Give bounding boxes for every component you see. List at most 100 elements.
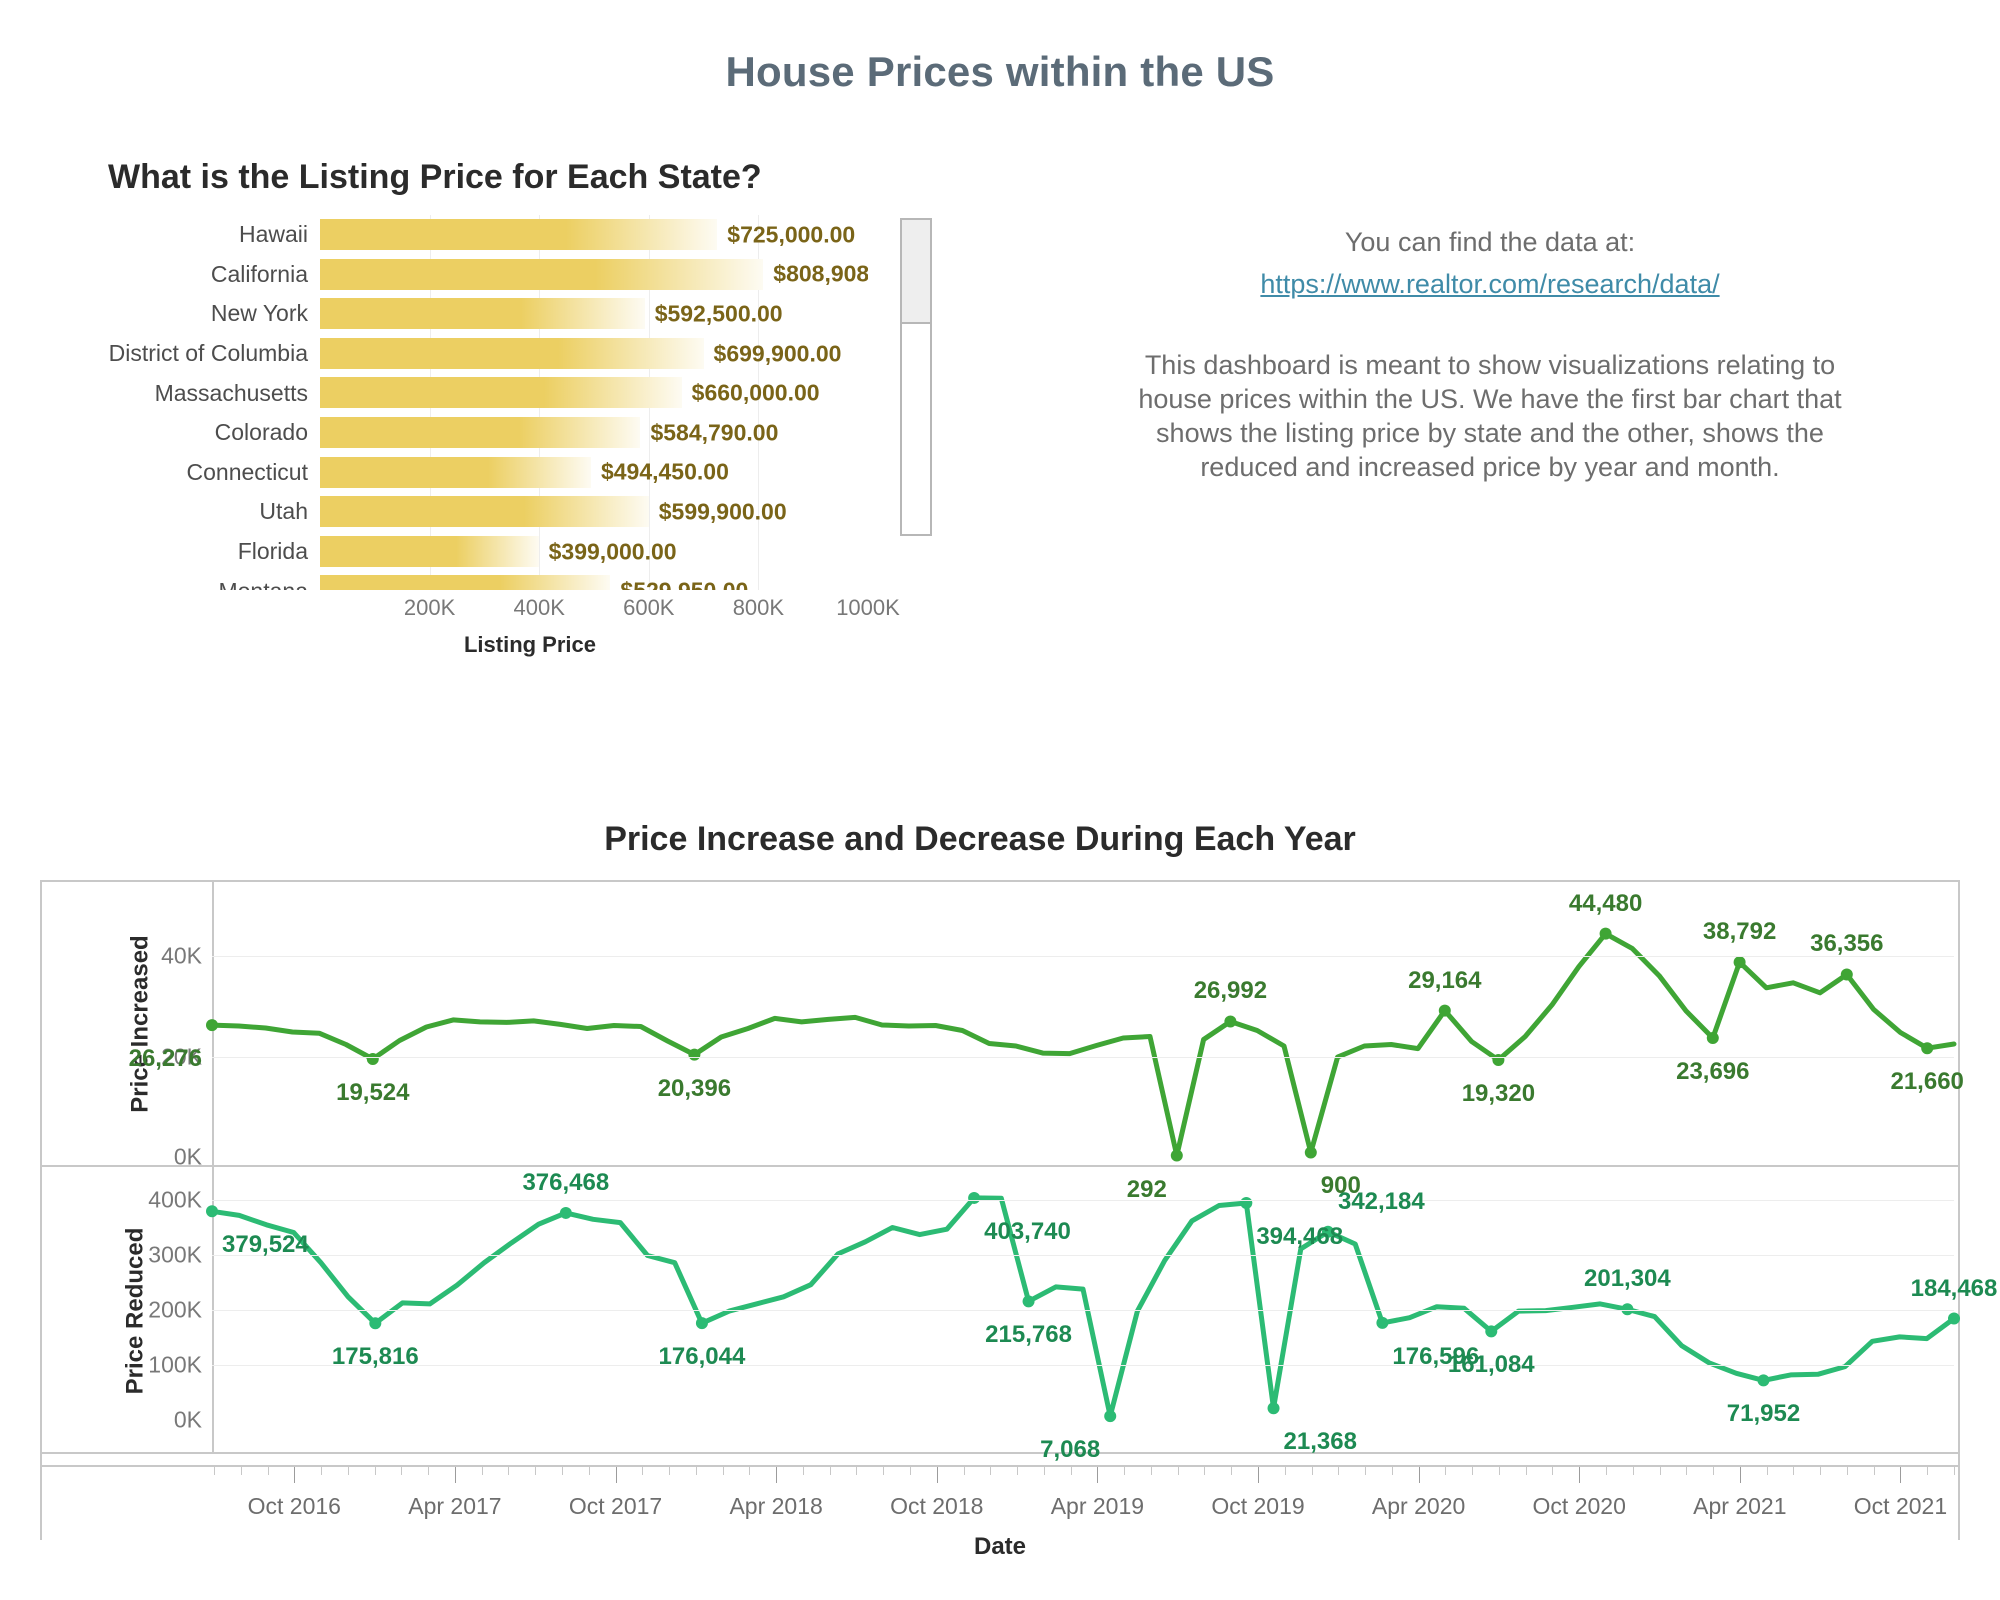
x-axis-tick-label: Oct 2020 xyxy=(1532,1493,1626,1519)
data-point-label: 7,068 xyxy=(1040,1436,1101,1464)
bar-row[interactable]: Connecticut $494,450.00 xyxy=(108,453,868,493)
bar-fill[interactable] xyxy=(320,377,682,409)
x-axis-minor-tick xyxy=(374,1467,376,1475)
price-reduced-plot[interactable]: 379,524 175,816 376,468 176,044 403,740 215,7… xyxy=(206,1167,1997,1463)
x-axis-major-tick xyxy=(776,1467,778,1483)
x-axis-minor-tick xyxy=(240,1467,242,1475)
data-point-marker[interactable] xyxy=(1840,968,1853,981)
x-axis-minor-tick xyxy=(963,1467,965,1475)
data-point-label: 71,952 xyxy=(1726,1400,1801,1428)
x-axis-minor-tick xyxy=(508,1467,510,1475)
data-point-marker[interactable] xyxy=(1438,1004,1451,1017)
scrollbar-thumb[interactable] xyxy=(902,220,930,324)
x-axis-minor-tick xyxy=(856,1467,858,1475)
data-point-marker[interactable] xyxy=(1104,1410,1117,1423)
bar-row[interactable]: Massachusetts $660,000.00 xyxy=(108,373,868,413)
data-point-marker[interactable] xyxy=(1921,1042,1934,1055)
data-point-label: 394,468 xyxy=(1256,1223,1344,1251)
bar-row[interactable]: Hawaii $725,000.00 xyxy=(108,215,868,255)
bar-value-label: $599,900.00 xyxy=(658,498,787,525)
bar-track: $699,900.00 xyxy=(320,334,868,374)
x-axis-major-tick xyxy=(1097,1467,1099,1483)
bar-fill[interactable] xyxy=(320,456,591,488)
data-source-link[interactable]: https://www.realtor.com/research/data/ xyxy=(1120,267,1860,301)
data-point-marker[interactable] xyxy=(1224,1015,1237,1028)
bar-fill[interactable] xyxy=(320,258,764,290)
gridline xyxy=(212,1200,1954,1201)
bar-fill[interactable] xyxy=(320,298,645,330)
data-point-marker[interactable] xyxy=(1304,1146,1317,1159)
x-axis-minor-tick xyxy=(214,1467,215,1475)
x-axis-major-tick xyxy=(615,1467,617,1483)
data-point-marker[interactable] xyxy=(1599,927,1612,940)
data-point-marker[interactable] xyxy=(1948,1312,1960,1325)
data-point-marker[interactable] xyxy=(1267,1402,1280,1415)
x-axis-minor-tick xyxy=(267,1467,269,1475)
data-point-marker[interactable] xyxy=(1376,1316,1389,1329)
price-reduced-panel[interactable]: Price Reduced 0K 100K 200K 300K 400K 379,524… xyxy=(40,1167,1997,1463)
bar-row-label: Colorado xyxy=(214,419,308,446)
x-axis-minor-tick xyxy=(1124,1467,1126,1475)
data-point-marker[interactable] xyxy=(1733,956,1746,969)
bar-chart-scrollbar[interactable] xyxy=(900,218,932,536)
data-point-label: 29,164 xyxy=(1408,966,1482,994)
bar-row[interactable]: Montana $529,950.00 xyxy=(108,571,868,590)
data-point-marker[interactable] xyxy=(366,1052,379,1065)
bar-fill[interactable] xyxy=(320,535,539,567)
data-point-label: 379,524 xyxy=(222,1231,309,1259)
data-point-marker[interactable] xyxy=(968,1191,981,1204)
data-point-label: 176,044 xyxy=(658,1343,746,1371)
x-axis-minor-tick xyxy=(1954,1467,1955,1475)
bar-row[interactable]: District of Columbia $699,900.00 xyxy=(108,334,868,374)
price-reduced-y-ticks: 0K 100K 200K 300K 400K xyxy=(100,1167,210,1454)
x-axis-minor-tick xyxy=(802,1467,804,1475)
data-point-marker[interactable] xyxy=(206,1205,218,1218)
x-axis-minor-tick xyxy=(1713,1467,1715,1475)
bar-fill[interactable] xyxy=(320,496,649,528)
bar-row-label: Florida xyxy=(237,538,308,565)
data-point-marker[interactable] xyxy=(1485,1325,1498,1338)
bar-row[interactable]: Utah $599,900.00 xyxy=(108,492,868,532)
bar-fill[interactable] xyxy=(320,219,718,250)
x-axis-minor-tick xyxy=(910,1467,911,1475)
price-increased-plot[interactable]: 26,276 19,524 20,396 292 26,992 900 29,164 19,3… xyxy=(129,880,1964,1203)
data-point-label: 403,740 xyxy=(984,1217,1071,1245)
data-point-marker[interactable] xyxy=(369,1317,382,1330)
bar-row[interactable]: California $808,908.00 xyxy=(108,255,868,295)
bar-row[interactable]: New York $592,500.00 xyxy=(108,294,868,334)
y-axis-tick-label: 100K xyxy=(148,1351,202,1378)
bar-row-label: Montana xyxy=(108,578,320,590)
bar-chart-plot[interactable]: Hawaii $725,000.00 California $808,908.00 Ne… xyxy=(108,215,868,590)
bar-fill[interactable] xyxy=(320,575,611,590)
data-point-marker[interactable] xyxy=(695,1317,708,1330)
data-point-label: 26,276 xyxy=(128,1045,202,1073)
bar-row[interactable]: Colorado $584,790.00 xyxy=(108,413,868,453)
data-point-marker[interactable] xyxy=(206,1019,218,1032)
x-axis-minor-tick xyxy=(401,1467,403,1475)
data-point-label: 376,468 xyxy=(522,1168,610,1196)
data-point-marker[interactable] xyxy=(1240,1197,1253,1210)
data-point-marker[interactable] xyxy=(688,1048,701,1061)
bar-row-label: District of Columbia xyxy=(108,340,308,367)
x-axis-minor-tick xyxy=(1927,1467,1929,1475)
data-point-marker[interactable] xyxy=(559,1206,572,1219)
data-point-label: 20,396 xyxy=(657,1074,732,1102)
bar-row[interactable]: Florida $399,000.00 xyxy=(108,532,868,572)
bar-fill[interactable] xyxy=(320,337,704,369)
bar-value-label: $725,000.00 xyxy=(727,221,856,248)
data-point-marker[interactable] xyxy=(1022,1295,1035,1308)
y-axis-tick-label: 40K xyxy=(161,942,202,969)
x-axis-major-tick xyxy=(1418,1467,1420,1483)
x-axis-tick-label: Oct 2017 xyxy=(568,1493,663,1519)
data-point-marker[interactable] xyxy=(1757,1374,1770,1387)
data-point-marker[interactable] xyxy=(1706,1032,1719,1045)
price-increased-markers xyxy=(206,927,1934,1162)
price-increased-y-ticks: 0K 20K 40K xyxy=(100,880,210,1170)
x-axis-minor-tick xyxy=(990,1467,992,1475)
bar-row-label: Connecticut xyxy=(186,458,308,485)
price-increased-panel[interactable]: Price Increased 0K 20K 40K 26,276 19,524 20,… xyxy=(40,880,1964,1203)
bar-rows-container: Hawaii $725,000.00 California $808,908.00 Ne… xyxy=(108,215,868,590)
bar-fill[interactable] xyxy=(320,416,641,448)
data-point-marker[interactable] xyxy=(1170,1149,1183,1162)
bar-x-axis: 200K 400K 600K 800K 1000K xyxy=(320,595,900,625)
